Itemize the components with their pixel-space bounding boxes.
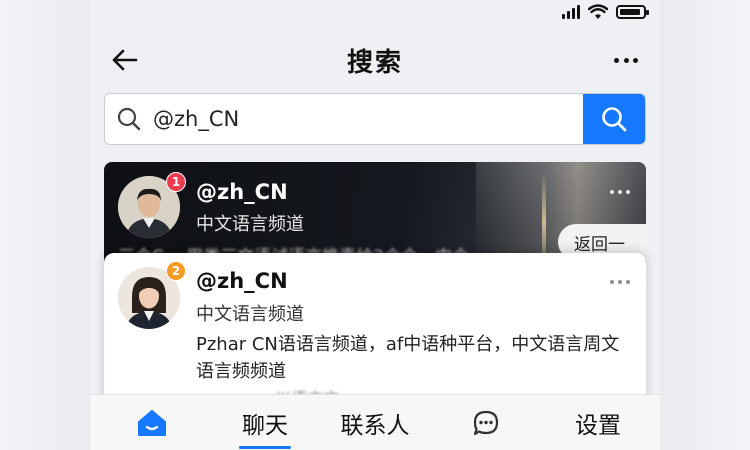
tab-messages[interactable] <box>468 395 504 450</box>
search-button[interactable] <box>583 94 645 144</box>
result-card[interactable]: 2 @zh_CN 中文语言频道 Pzhar CN语语言频道，af中语种平台，中文… <box>104 253 646 413</box>
tab-contacts[interactable]: 联系人 <box>335 395 415 450</box>
result-name: @zh_CN <box>196 180 288 204</box>
more-options-icon[interactable] <box>608 48 644 72</box>
wifi-icon <box>588 4 608 19</box>
unread-badge: 1 <box>166 172 186 192</box>
tab-chat-label: 聊天 <box>242 413 288 439</box>
tab-chat[interactable]: 聊天 <box>235 395 295 450</box>
search-input[interactable] <box>153 107 583 131</box>
page-title: 搜索 <box>346 47 403 78</box>
result-subtitle: 中文语言频道 <box>196 214 304 235</box>
home-icon <box>138 410 166 436</box>
bottom-tab-bar: 聊天 联系人 设置 <box>90 394 660 450</box>
tab-home[interactable] <box>132 395 172 450</box>
chat-bubble-icon <box>473 410 499 436</box>
result-description: Pzhar CN语语言频道，af中语种平台，中文语言周文语言频频道 <box>196 334 620 382</box>
battery-icon <box>616 5 649 19</box>
more-options-icon[interactable] <box>610 190 630 194</box>
left-backdrop <box>0 0 90 450</box>
result-name: @zh_CN <box>196 269 288 293</box>
right-backdrop <box>660 0 750 450</box>
search-bar <box>104 93 646 145</box>
status-bar <box>562 2 649 22</box>
phone-screen: 搜索 1 <box>90 0 660 450</box>
search-icon <box>105 106 153 132</box>
tab-settings-label: 设置 <box>575 413 621 439</box>
search-icon <box>602 107 627 132</box>
back-arrow-icon[interactable] <box>108 44 140 76</box>
unread-badge: 2 <box>166 261 186 281</box>
header: 搜索 <box>90 38 660 82</box>
tab-settings[interactable]: 设置 <box>568 395 628 450</box>
tab-contacts-label: 联系人 <box>340 413 410 439</box>
active-tab-indicator <box>239 446 291 449</box>
result-subtitle: 中文语言频道 <box>196 304 304 325</box>
more-options-icon[interactable] <box>610 280 630 284</box>
battery-level <box>620 9 640 15</box>
signal-icon <box>562 5 580 19</box>
